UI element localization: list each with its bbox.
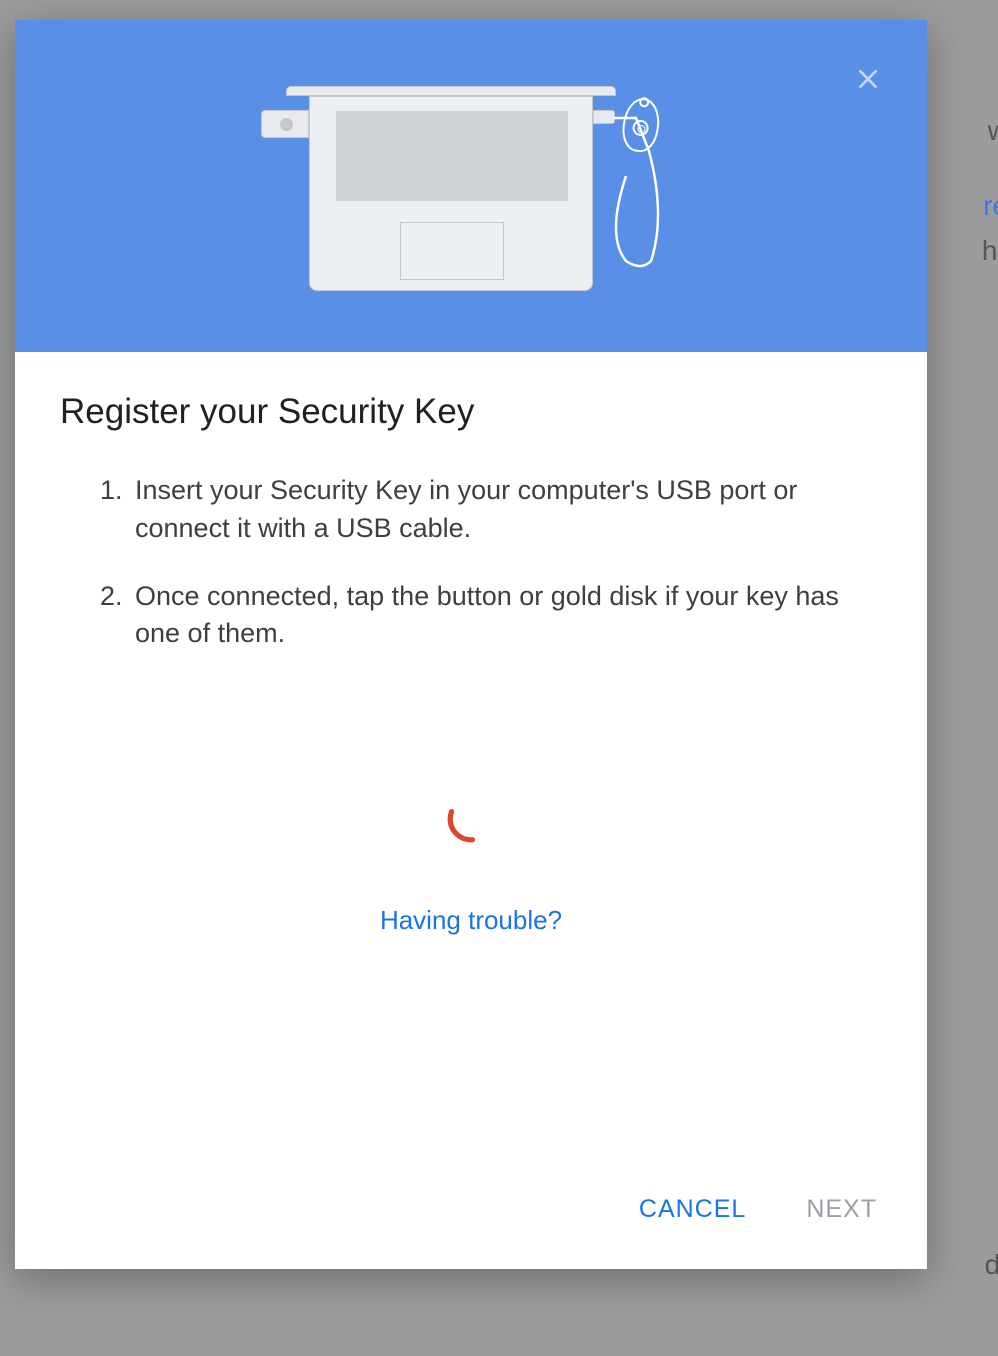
bg-fragment: re [983,190,998,222]
bg-fragment: ho [982,235,998,267]
laptop-security-key-illustration [261,86,681,301]
dialog-footer: CANCEL NEXT [15,1160,927,1269]
instruction-number: 2. [100,578,135,654]
instruction-item: 1. Insert your Security Key in your comp… [100,472,882,548]
loading-spinner-container [60,793,882,845]
laptop-body-icon [309,96,593,291]
close-button[interactable] [849,60,887,98]
usb-port-icon [261,110,309,138]
instruction-text: Once connected, tap the button or gold d… [135,578,882,654]
bg-fragment: d. [985,1249,998,1281]
laptop-lid-icon [286,86,616,96]
instruction-text: Insert your Security Key in your compute… [135,472,882,548]
loading-spinner-icon [445,793,497,845]
dialog-header [15,20,927,352]
dialog-content: Register your Security Key 1. Insert you… [15,352,927,1160]
instruction-number: 1. [100,472,135,548]
instruction-list: 1. Insert your Security Key in your comp… [60,472,882,683]
bg-fragment: w [988,115,998,147]
dialog-title: Register your Security Key [60,392,882,432]
next-button[interactable]: NEXT [801,1185,882,1234]
close-icon [852,63,884,95]
instruction-item: 2. Once connected, tap the button or gol… [100,578,882,654]
register-security-key-dialog: Register your Security Key 1. Insert you… [15,20,927,1269]
cancel-button[interactable]: CANCEL [634,1185,751,1234]
having-trouble-link[interactable]: Having trouble? [60,905,882,936]
